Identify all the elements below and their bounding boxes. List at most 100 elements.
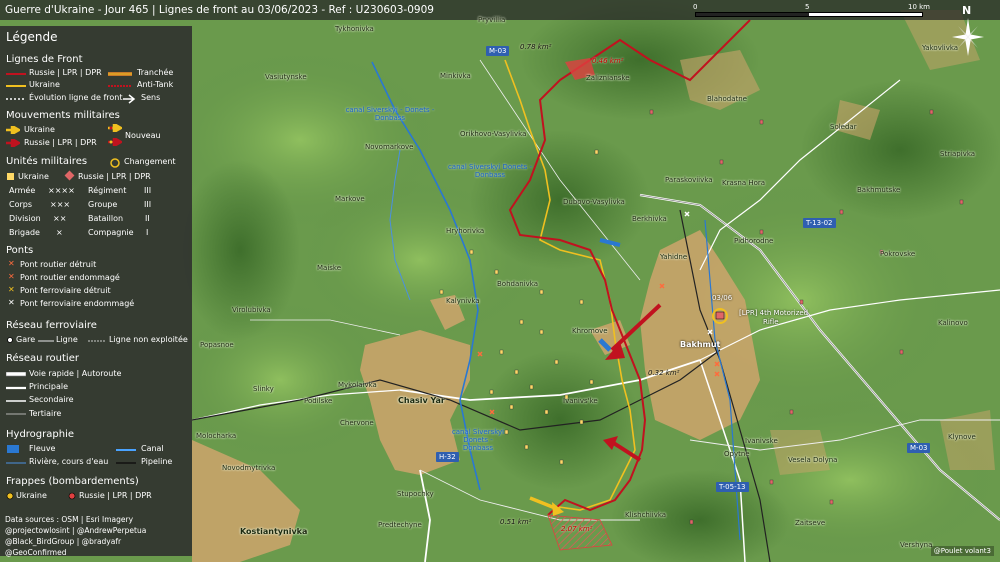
legend-title: Légende <box>6 30 58 44</box>
scale-tick-5: 5 <box>805 3 810 11</box>
legend-trench: Tranchée <box>137 68 174 77</box>
place-label-chasiv-yar: Chasiv Yar <box>398 396 445 405</box>
area-change-label: 0.32 km² <box>648 369 680 377</box>
unit-row-symbol: ××× <box>50 200 71 209</box>
tertiary-road-swatch <box>6 413 26 415</box>
unit-row-name2: Groupe <box>88 200 118 209</box>
legend-ukraine-line: Ukraine <box>29 80 60 89</box>
place-label: Minkivka <box>440 72 471 80</box>
rail-bridge-damaged-icon: ✕ <box>8 298 15 307</box>
legend-bridge-road-damaged: Pont routier endommagé <box>20 273 120 282</box>
canal-label: canal Siverskyi Donets - Donbass <box>451 428 505 452</box>
scale-tick-10: 10 km <box>908 3 931 11</box>
road-marker-m03: M-03 <box>486 46 510 56</box>
rail-line-swatch <box>38 340 54 342</box>
ukraine-arrow-icon <box>6 126 20 134</box>
place-label: Slinky <box>253 385 274 393</box>
place-label: Striapivka <box>940 150 976 158</box>
unit-row-symbol: × <box>56 228 63 237</box>
unit-row-name2: Régiment <box>88 186 127 195</box>
place-label: Dubovo-Vasylivka <box>563 198 625 206</box>
change-circle-icon <box>110 158 120 168</box>
legend-move-ukraine: Ukraine <box>24 125 55 134</box>
trench-swatch <box>108 72 132 76</box>
area-change-label: 0.51 km² <box>500 518 532 526</box>
unit-row-name: Corps <box>9 200 33 209</box>
place-label: Blahodatne <box>707 95 747 103</box>
place-label: Podilske <box>304 397 333 405</box>
place-label: Yahidne <box>660 253 688 261</box>
place-label: Opytne <box>724 450 750 458</box>
place-label: Hryhorivka <box>446 227 485 235</box>
place-label: Paraskoviivka <box>665 176 713 184</box>
place-label: Yakovlivka <box>922 44 959 52</box>
russia-unit-swatch <box>64 170 75 181</box>
legend-antitank: Anti-Tank <box>137 80 174 89</box>
legend-rail-header: Réseau ferroviaire <box>6 320 97 331</box>
place-label: Ivanivs'ke <box>563 397 598 405</box>
bridge-damaged-icon: ✕ <box>8 272 15 281</box>
credit-line: Data sources : OSM | Esri Imagery <box>5 515 134 524</box>
unit-change-date: 03/06 <box>712 294 733 302</box>
place-label: Ivanivske <box>745 437 778 445</box>
place-label: Vasiutynske <box>265 73 307 81</box>
legend-canal: Canal <box>141 444 164 453</box>
scale-tick-0: 0 <box>693 3 698 11</box>
legend-direction: Sens <box>141 93 161 102</box>
place-label: Khromove <box>572 327 608 335</box>
legend-hydro-header: Hydrographie <box>6 429 74 440</box>
place-label: Predtechyne <box>378 521 422 529</box>
canal-label: canal Siverskyi - Donets - Donbass <box>345 106 435 122</box>
unit-row-symbol2: III <box>144 186 152 195</box>
legend-road-secondary: Secondaire <box>29 395 74 404</box>
legend-movement-header: Mouvements militaires <box>6 110 120 121</box>
legend-bridges-header: Ponts <box>6 245 34 256</box>
legend-strike-russia: Russie | LPR | DPR <box>79 491 152 500</box>
place-label: Pryvillia <box>478 16 506 24</box>
place-label: Tykhonivka <box>335 25 374 33</box>
unit-row-symbol2: I <box>146 228 149 237</box>
legend-river: Rivière, cours d'eau <box>29 457 109 466</box>
legend-front-header: Lignes de Front <box>6 54 83 65</box>
place-label: Klynove <box>948 433 976 441</box>
place-label: Orikhovo-Vasylivka <box>460 130 527 138</box>
legend-move-new: Nouveau <box>125 131 161 140</box>
place-label: Krasna Hora <box>722 179 766 187</box>
canal-swatch <box>116 449 136 451</box>
area-change-label: 2.07 km² <box>561 525 593 533</box>
legend-bridge-rail-damaged: Pont ferroviaire endommagé <box>20 299 135 308</box>
rail-bridge-destroyed-icon: ✕ <box>8 285 15 294</box>
place-label-kostiantynivka: Kostiantynivka <box>240 527 308 536</box>
unit-row-name2: Bataillon <box>88 214 124 223</box>
place-label: Stupochky <box>397 490 434 498</box>
legend-rail-unused: Ligne non exploitée <box>109 335 188 344</box>
unit-label-line2: Rifle <box>763 318 779 326</box>
unit-row-name: Brigade <box>9 228 40 237</box>
credit-line: @projectowlosint | @AndrewPerpetua <box>5 526 147 535</box>
legend-russia-line: Russie | LPR | DPR <box>29 68 102 77</box>
place-label: Berkhivka <box>632 215 667 223</box>
rail-unused-swatch <box>88 340 106 342</box>
place-label: Novodmytrivka <box>222 464 276 472</box>
legend-strikes-header: Frappes (bombardements) <box>6 476 139 487</box>
ukraine-line-swatch <box>6 85 26 87</box>
new-russia-arrow-icon <box>108 138 122 146</box>
place-label: Popasnoe <box>200 341 234 349</box>
scale-bar: 0 5 10 km <box>690 3 940 19</box>
unit-row-name2: Compagnie <box>88 228 134 237</box>
place-label: Vesela Dolyna <box>788 456 838 464</box>
legend-move-russia: Russie | LPR | DPR <box>24 138 97 147</box>
credit-line: @GeoConfirmed <box>5 548 67 557</box>
place-label: Markove <box>335 195 365 203</box>
place-label: Maiske <box>317 264 342 272</box>
unit-row-symbol: ×××× <box>48 186 75 195</box>
place-label: Mykolaivka <box>338 381 377 389</box>
road-marker-m03: M-03 <box>907 443 931 453</box>
legend-pipeline: Pipeline <box>141 457 173 466</box>
place-label: Zaliznianske <box>586 74 630 82</box>
place-label: Zaitseve <box>795 519 826 527</box>
river-swatch <box>6 462 26 464</box>
place-label: Bohdanivka <box>497 280 538 288</box>
highway-swatch <box>6 372 26 377</box>
river-big-swatch <box>7 445 19 453</box>
